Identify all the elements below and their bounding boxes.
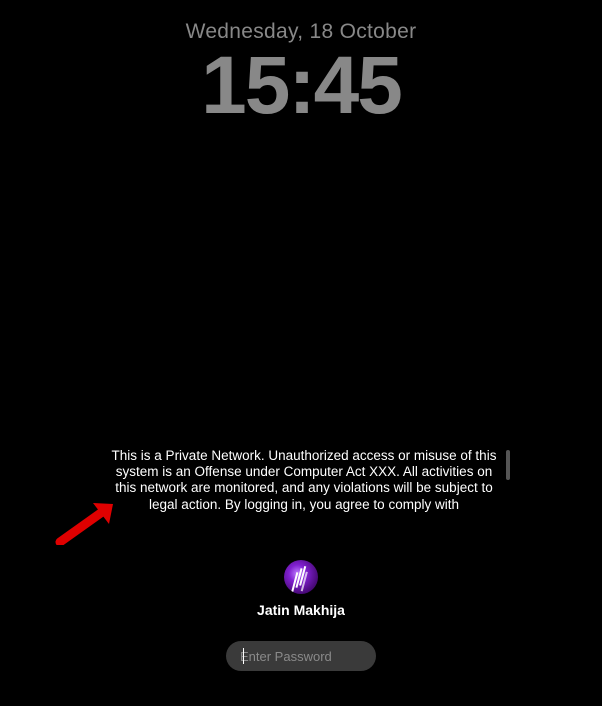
annotation-arrow-icon — [55, 500, 125, 545]
password-input[interactable] — [226, 641, 376, 671]
policy-message-text: This is a Private Network. Unauthorized … — [110, 448, 498, 513]
policy-message-container: This is a Private Network. Unauthorized … — [110, 448, 510, 513]
text-cursor — [243, 648, 244, 664]
policy-scrollbar[interactable] — [506, 450, 510, 480]
lock-screen-time: 15:45 — [0, 39, 602, 133]
username-label: Jatin Makhija — [0, 602, 602, 618]
user-avatar[interactable] — [284, 560, 318, 594]
